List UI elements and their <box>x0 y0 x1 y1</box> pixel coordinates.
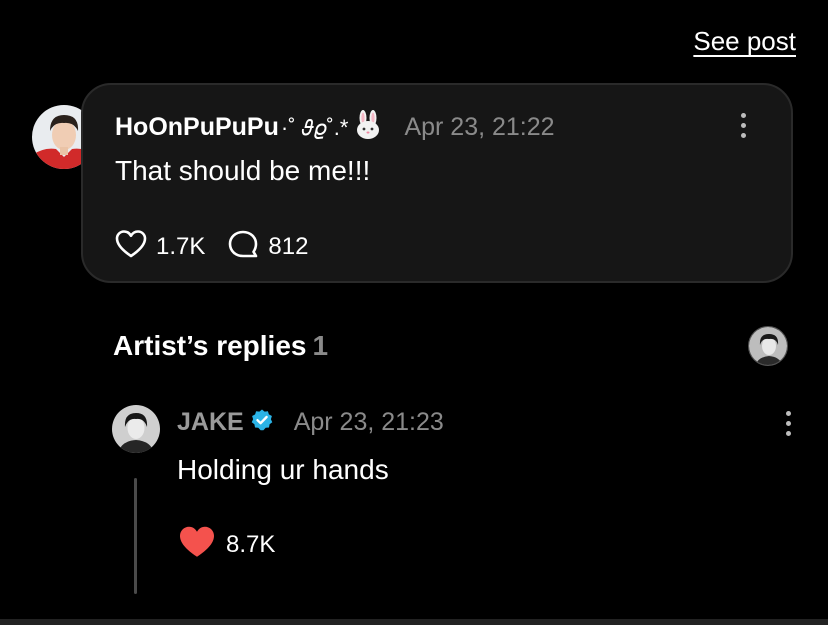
rabbit-face-icon <box>352 109 384 146</box>
artist-name[interactable]: JAKE <box>177 408 244 437</box>
reply-more-options-icon[interactable] <box>786 411 792 441</box>
heart-filled-icon <box>178 525 216 564</box>
comment-header: HoOnPuPuPu ·˚ 𝜗𝜚˚.* Apr 23, 21:22 <box>115 109 555 146</box>
comment-stats: 1.7K 812 <box>115 229 308 264</box>
verified-badge-icon <box>250 408 274 437</box>
thread-line <box>134 478 137 594</box>
bottom-bar <box>0 619 828 625</box>
reply-button[interactable]: 812 <box>227 229 308 264</box>
like-button[interactable]: 1.7K <box>115 229 205 264</box>
see-post-link[interactable]: See post <box>693 26 796 57</box>
heart-outline-icon <box>115 229 147 264</box>
artist-avatar-small[interactable] <box>748 326 788 366</box>
reply-timestamp: Apr 23, 21:23 <box>293 408 444 436</box>
commenter-username[interactable]: HoOnPuPuPu <box>115 113 279 142</box>
comment-text: That should be me!!! <box>115 155 371 186</box>
reply-like-button[interactable]: 8.7K <box>178 525 275 564</box>
artist-replies-heading: Artist’s replies 1 <box>113 330 328 362</box>
reply-count: 812 <box>268 232 309 260</box>
artist-replies-count: 1 <box>312 330 329 361</box>
artist-avatar[interactable] <box>112 405 160 453</box>
artist-replies-title: Artist’s replies <box>113 330 307 361</box>
comment-bubble-icon <box>227 229 259 264</box>
reply-header: JAKE Apr 23, 21:23 <box>177 408 444 437</box>
reply-like-count: 8.7K <box>226 530 276 558</box>
comment-card: HoOnPuPuPu ·˚ 𝜗𝜚˚.* Apr 23, 21:22 That s… <box>81 83 793 283</box>
like-count: 1.7K <box>156 232 206 260</box>
username-decoration: ·˚ 𝜗𝜚˚.* <box>280 114 349 140</box>
comment-more-options-icon[interactable] <box>741 113 747 143</box>
comment-timestamp: Apr 23, 21:22 <box>404 113 555 141</box>
reply-text: Holding ur hands <box>177 454 389 485</box>
